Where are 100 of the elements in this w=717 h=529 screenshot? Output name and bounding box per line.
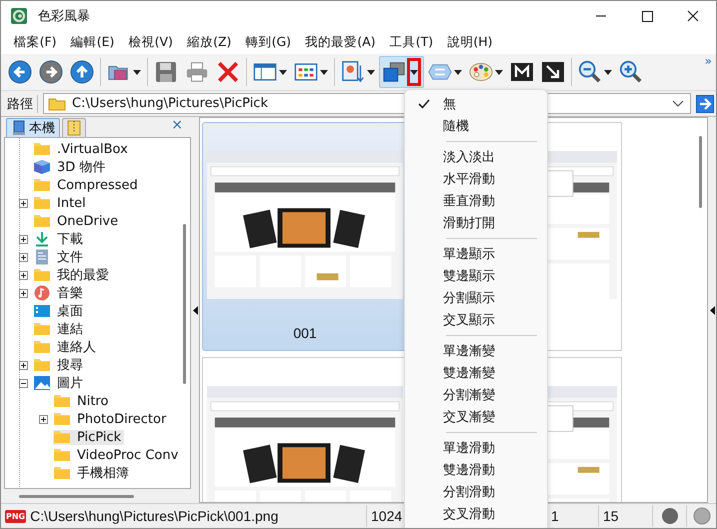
scrollbar-thumb[interactable]	[698, 136, 702, 208]
tree-item[interactable]: 連絡人	[33, 338, 99, 356]
window-title: 色彩風暴	[38, 8, 91, 25]
caret-icon	[410, 70, 418, 74]
delete-icon	[216, 60, 240, 84]
scrollbar-thumb[interactable]	[19, 494, 134, 498]
tree-item[interactable]: OneDrive	[33, 214, 122, 228]
close-panel-button[interactable]: ×	[171, 117, 183, 133]
tree-item[interactable]: 桌面	[33, 302, 86, 320]
tree-item[interactable]: 搜尋	[33, 356, 86, 374]
download-icon	[33, 231, 51, 247]
chevron-down-icon[interactable]	[672, 100, 684, 108]
file-type-badge: PNG	[5, 510, 26, 522]
music-icon	[33, 285, 51, 301]
folder-icon	[33, 214, 51, 228]
menu-item[interactable]: 滑動打開	[405, 212, 547, 234]
menu-item[interactable]: 分割滑動	[405, 481, 547, 503]
path-label: 路徑	[7, 94, 38, 112]
panel-tab[interactable]: 本機	[6, 118, 60, 137]
palette-icon	[469, 60, 493, 84]
status-path: C:\Users\hung\Pictures\PicPick\001.png	[30, 508, 278, 524]
menu-item[interactable]: 單邊漸變	[405, 340, 547, 362]
tree-item[interactable]: .VirtualBox	[33, 142, 131, 156]
collapse-icon[interactable]	[19, 378, 28, 388]
menu-item[interactable]: 交叉滑動	[405, 503, 547, 525]
app-logo-icon	[10, 7, 28, 25]
folder-icon	[33, 268, 51, 282]
tree-item[interactable]: 音樂	[33, 284, 86, 302]
toolbar-overflow-button[interactable]: »	[704, 54, 712, 68]
menu-item[interactable]: 水平滑動	[405, 168, 547, 190]
printer-icon	[185, 60, 209, 84]
caret-icon	[278, 70, 286, 74]
status-indicator-icon	[692, 507, 710, 525]
collapse-arrow-icon[interactable]	[710, 306, 714, 314]
expand-icon[interactable]	[39, 414, 48, 424]
tree-item[interactable]: 連結	[33, 320, 86, 338]
menu-item[interactable]: 隨機	[405, 115, 547, 137]
folder-icon	[53, 448, 71, 462]
m-box-icon	[510, 60, 534, 84]
expand-icon[interactable]	[19, 270, 28, 280]
status-width: 1024	[371, 508, 402, 524]
menu-item[interactable]: 檔案(F)	[7, 32, 64, 53]
expand-icon[interactable]	[19, 360, 28, 370]
slideshow-icon	[341, 60, 365, 84]
folder-icon	[33, 196, 51, 210]
menu-item[interactable]: 雙邊漸變	[405, 362, 547, 384]
folder-icon	[33, 142, 51, 156]
tree-item[interactable]: 文件	[33, 248, 86, 266]
folder-icon	[53, 412, 71, 426]
tree-item[interactable]: 下載	[33, 230, 86, 248]
tree-item[interactable]: Compressed	[33, 178, 141, 192]
menu-item[interactable]: 單邊顯示	[405, 243, 547, 265]
desktop-icon	[33, 304, 51, 318]
tree-item[interactable]: VideoProc Conv	[53, 448, 178, 462]
tree-item[interactable]: 3D 物件	[33, 158, 108, 176]
menu-item[interactable]: 說明(H)	[440, 32, 500, 53]
menu-item[interactable]: 縮放(Z)	[180, 32, 238, 53]
status-count: 15	[603, 508, 619, 524]
go-arrow-icon[interactable]	[696, 94, 714, 112]
toolbar-button[interactable]	[379, 56, 424, 88]
menu-item[interactable]: 垂直滑動	[405, 190, 547, 212]
menu-item[interactable]: 單邊滑動	[405, 437, 547, 459]
menu-item[interactable]: 淡入淡出	[405, 146, 547, 168]
computer-icon	[11, 120, 27, 136]
menu-item[interactable]: 檢視(V)	[122, 32, 180, 53]
menu-item[interactable]: 交叉漸變	[405, 406, 547, 428]
menu-item[interactable]: 分割漸變	[405, 384, 547, 406]
document-icon	[33, 249, 51, 265]
caret-icon	[604, 70, 612, 74]
menu-item[interactable]: 分割顯示	[405, 287, 547, 309]
menu-item[interactable]: 轉到(G)	[239, 32, 298, 53]
status-indicator-icon	[660, 507, 678, 525]
menu-item[interactable]: 工具(T)	[383, 32, 440, 53]
expand-icon[interactable]	[19, 234, 28, 244]
menu-item[interactable]: 雙邊顯示	[405, 265, 547, 287]
tree-item[interactable]: 手機相簿	[53, 464, 132, 482]
menu-item[interactable]: 交叉顯示	[405, 309, 547, 331]
tree-item[interactable]: PicPick	[53, 430, 124, 444]
save-icon	[154, 60, 178, 84]
tree-item[interactable]: 圖片	[33, 374, 86, 392]
tree-item[interactable]: Nitro	[53, 394, 112, 408]
expand-icon[interactable]	[19, 288, 28, 298]
tree-item[interactable]: PhotoDirector	[53, 412, 170, 426]
folder-icon	[53, 466, 71, 480]
status-height: 1	[551, 508, 559, 524]
menu-item[interactable]: 無	[405, 93, 547, 115]
tree-item[interactable]: Intel	[33, 196, 89, 210]
menu-item[interactable]: 我的最愛(A)	[298, 32, 382, 53]
tree-item[interactable]: 我的最愛	[33, 266, 112, 284]
menu-item[interactable]: 雙邊滑動	[405, 459, 547, 481]
menu-item[interactable]: 編輯(E)	[64, 32, 121, 53]
thumbnail-label: 001	[293, 325, 317, 341]
caret-icon	[366, 70, 374, 74]
expand-icon[interactable]	[19, 252, 28, 262]
folder-icon	[48, 96, 66, 110]
collapse-arrow-icon[interactable]	[192, 306, 198, 314]
caret-icon	[320, 70, 328, 74]
caret-icon	[132, 70, 140, 74]
scrollbar-thumb[interactable]	[182, 224, 186, 384]
expand-icon[interactable]	[19, 198, 28, 208]
